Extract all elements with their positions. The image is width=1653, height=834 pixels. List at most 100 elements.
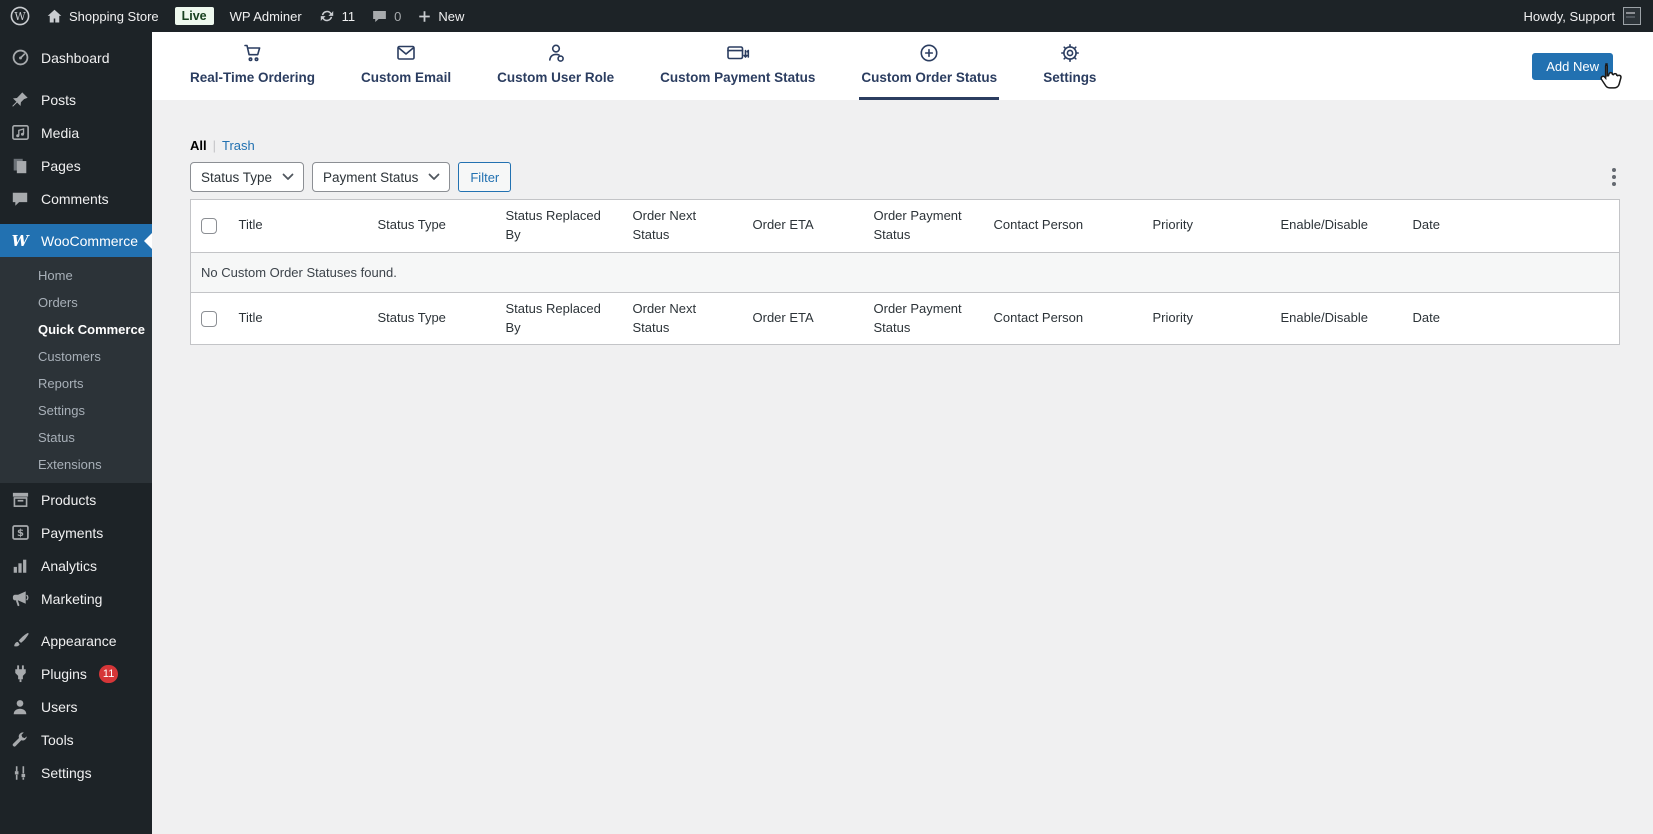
view-trash-link[interactable]: Trash bbox=[222, 138, 255, 153]
select-all-checkbox-footer[interactable] bbox=[201, 311, 217, 327]
user-role-icon bbox=[544, 41, 568, 65]
sliders-icon bbox=[9, 764, 31, 782]
sidebar-item-pages[interactable]: Pages bbox=[0, 149, 152, 182]
chevron-down-icon bbox=[282, 173, 294, 181]
gear-icon bbox=[1058, 41, 1082, 65]
new-content-menu[interactable]: New bbox=[417, 9, 464, 24]
cart-icon bbox=[241, 41, 265, 65]
filter-button[interactable]: Filter bbox=[458, 162, 511, 192]
tab-custom-payment-status[interactable]: Custom Payment Status bbox=[660, 32, 815, 100]
site-name: Shopping Store bbox=[69, 9, 159, 24]
column-status-replaced-by: Status Replaced By bbox=[496, 292, 623, 345]
sidebar-item-marketing[interactable]: Marketing bbox=[0, 582, 152, 615]
empty-message-row: No Custom Order Statuses found. bbox=[191, 252, 1620, 292]
comments-indicator[interactable]: 0 bbox=[371, 8, 401, 25]
sidebar-item-products[interactable]: Products bbox=[0, 483, 152, 516]
plugin-tabs: Real-Time Ordering Custom Email Custom U… bbox=[190, 32, 1096, 100]
sidebar-item-tools[interactable]: Tools bbox=[0, 723, 152, 756]
submenu-item-customers[interactable]: Customers bbox=[0, 343, 152, 370]
submenu-item-orders[interactable]: Orders bbox=[0, 289, 152, 316]
sidebar-item-comments[interactable]: Comments bbox=[0, 182, 152, 215]
payments-icon: $ bbox=[9, 523, 31, 542]
plugins-update-badge: 11 bbox=[99, 665, 118, 683]
empty-message: No Custom Order Statuses found. bbox=[191, 252, 1620, 292]
add-new-button[interactable]: Add New bbox=[1532, 53, 1613, 80]
column-order-next-status: Order Next Status bbox=[623, 292, 743, 345]
view-all-link[interactable]: All bbox=[190, 138, 207, 153]
wordpress-logo-icon[interactable]: W bbox=[10, 6, 30, 26]
kebab-menu-icon[interactable] bbox=[1608, 164, 1620, 190]
sidebar-item-users[interactable]: Users bbox=[0, 690, 152, 723]
svg-text:$: $ bbox=[17, 528, 24, 539]
submenu-item-status[interactable]: Status bbox=[0, 424, 152, 451]
chevron-down-icon bbox=[428, 173, 440, 181]
envelope-icon bbox=[394, 41, 418, 65]
woocommerce-submenu: Home Orders Quick Commerce Customers Rep… bbox=[0, 257, 152, 483]
analytics-icon bbox=[9, 557, 31, 575]
column-enable-disable: Enable/Disable bbox=[1271, 200, 1403, 253]
column-enable-disable: Enable/Disable bbox=[1271, 292, 1403, 345]
content-area: All | Trash Status Type Payment Status F… bbox=[152, 100, 1653, 345]
column-title: Title bbox=[229, 292, 368, 345]
submenu-item-settings[interactable]: Settings bbox=[0, 397, 152, 424]
brush-icon bbox=[9, 631, 31, 650]
column-status-type: Status Type bbox=[368, 292, 496, 345]
products-icon bbox=[9, 490, 31, 509]
tab-settings[interactable]: Settings bbox=[1043, 32, 1096, 100]
comments-icon bbox=[9, 190, 31, 208]
column-date: Date bbox=[1403, 200, 1620, 253]
sidebar-item-plugins[interactable]: Plugins 11 bbox=[0, 657, 152, 690]
plugin-icon bbox=[9, 664, 31, 683]
howdy-account-link[interactable]: Howdy, Support bbox=[1523, 9, 1615, 24]
submenu-item-home[interactable]: Home bbox=[0, 262, 152, 289]
column-order-payment-status: Order Payment Status bbox=[864, 292, 984, 345]
tab-custom-user-role[interactable]: Custom User Role bbox=[497, 32, 614, 100]
svg-text:W: W bbox=[14, 10, 26, 23]
pin-icon bbox=[9, 91, 31, 109]
sidebar-item-woocommerce[interactable]: W WooCommerce bbox=[0, 224, 152, 257]
column-priority: Priority bbox=[1143, 292, 1271, 345]
avatar[interactable] bbox=[1623, 7, 1641, 25]
updates-count: 11 bbox=[342, 9, 356, 24]
megaphone-icon bbox=[9, 589, 31, 608]
column-title: Title bbox=[229, 200, 368, 253]
list-views: All | Trash bbox=[190, 138, 1620, 153]
filter-row: Status Type Payment Status Filter bbox=[190, 162, 1620, 192]
wrench-icon bbox=[9, 731, 31, 749]
sidebar-item-media[interactable]: Media bbox=[0, 116, 152, 149]
sidebar-item-posts[interactable]: Posts bbox=[0, 83, 152, 116]
status-type-select[interactable]: Status Type bbox=[190, 162, 304, 192]
column-date: Date bbox=[1403, 292, 1620, 345]
sidebar: Dashboard Posts Media Pages bbox=[0, 32, 152, 834]
select-all-checkbox[interactable] bbox=[201, 218, 217, 234]
sidebar-item-dashboard[interactable]: Dashboard bbox=[0, 41, 152, 74]
payment-status-select[interactable]: Payment Status bbox=[312, 162, 450, 192]
view-separator: | bbox=[213, 138, 216, 153]
column-status-type: Status Type bbox=[368, 200, 496, 253]
pages-icon bbox=[9, 157, 31, 175]
tab-real-time-ordering[interactable]: Real-Time Ordering bbox=[190, 32, 315, 100]
tab-custom-order-status[interactable]: Custom Order Status bbox=[861, 32, 997, 100]
site-name-link[interactable]: Shopping Store bbox=[46, 8, 159, 25]
column-status-replaced-by: Status Replaced By bbox=[496, 200, 623, 253]
plugin-tab-header: Real-Time Ordering Custom Email Custom U… bbox=[152, 32, 1653, 100]
plus-circle-icon bbox=[917, 41, 941, 65]
woocommerce-icon: W bbox=[9, 232, 31, 250]
wp-adminer-link[interactable]: WP Adminer bbox=[230, 9, 302, 24]
sidebar-item-appearance[interactable]: Appearance bbox=[0, 624, 152, 657]
column-priority: Priority bbox=[1143, 200, 1271, 253]
dashboard-icon bbox=[9, 48, 31, 67]
submenu-item-extensions[interactable]: Extensions bbox=[0, 451, 152, 478]
submenu-item-quick-commerce[interactable]: Quick Commerce bbox=[0, 316, 152, 343]
updates-indicator[interactable]: 11 bbox=[318, 7, 356, 25]
sidebar-item-payments[interactable]: $ Payments bbox=[0, 516, 152, 549]
media-icon bbox=[9, 123, 31, 142]
order-status-table: Title Status Type Status Replaced By Ord… bbox=[190, 199, 1620, 345]
submenu-item-reports[interactable]: Reports bbox=[0, 370, 152, 397]
sidebar-item-analytics[interactable]: Analytics bbox=[0, 549, 152, 582]
column-order-eta: Order ETA bbox=[743, 292, 864, 345]
sidebar-item-settings[interactable]: Settings bbox=[0, 756, 152, 789]
tab-custom-email[interactable]: Custom Email bbox=[361, 32, 451, 100]
table-footer-row: Title Status Type Status Replaced By Ord… bbox=[191, 292, 1620, 345]
admin-bar: W Shopping Store Live WP Adminer 11 0 bbox=[0, 0, 1653, 32]
